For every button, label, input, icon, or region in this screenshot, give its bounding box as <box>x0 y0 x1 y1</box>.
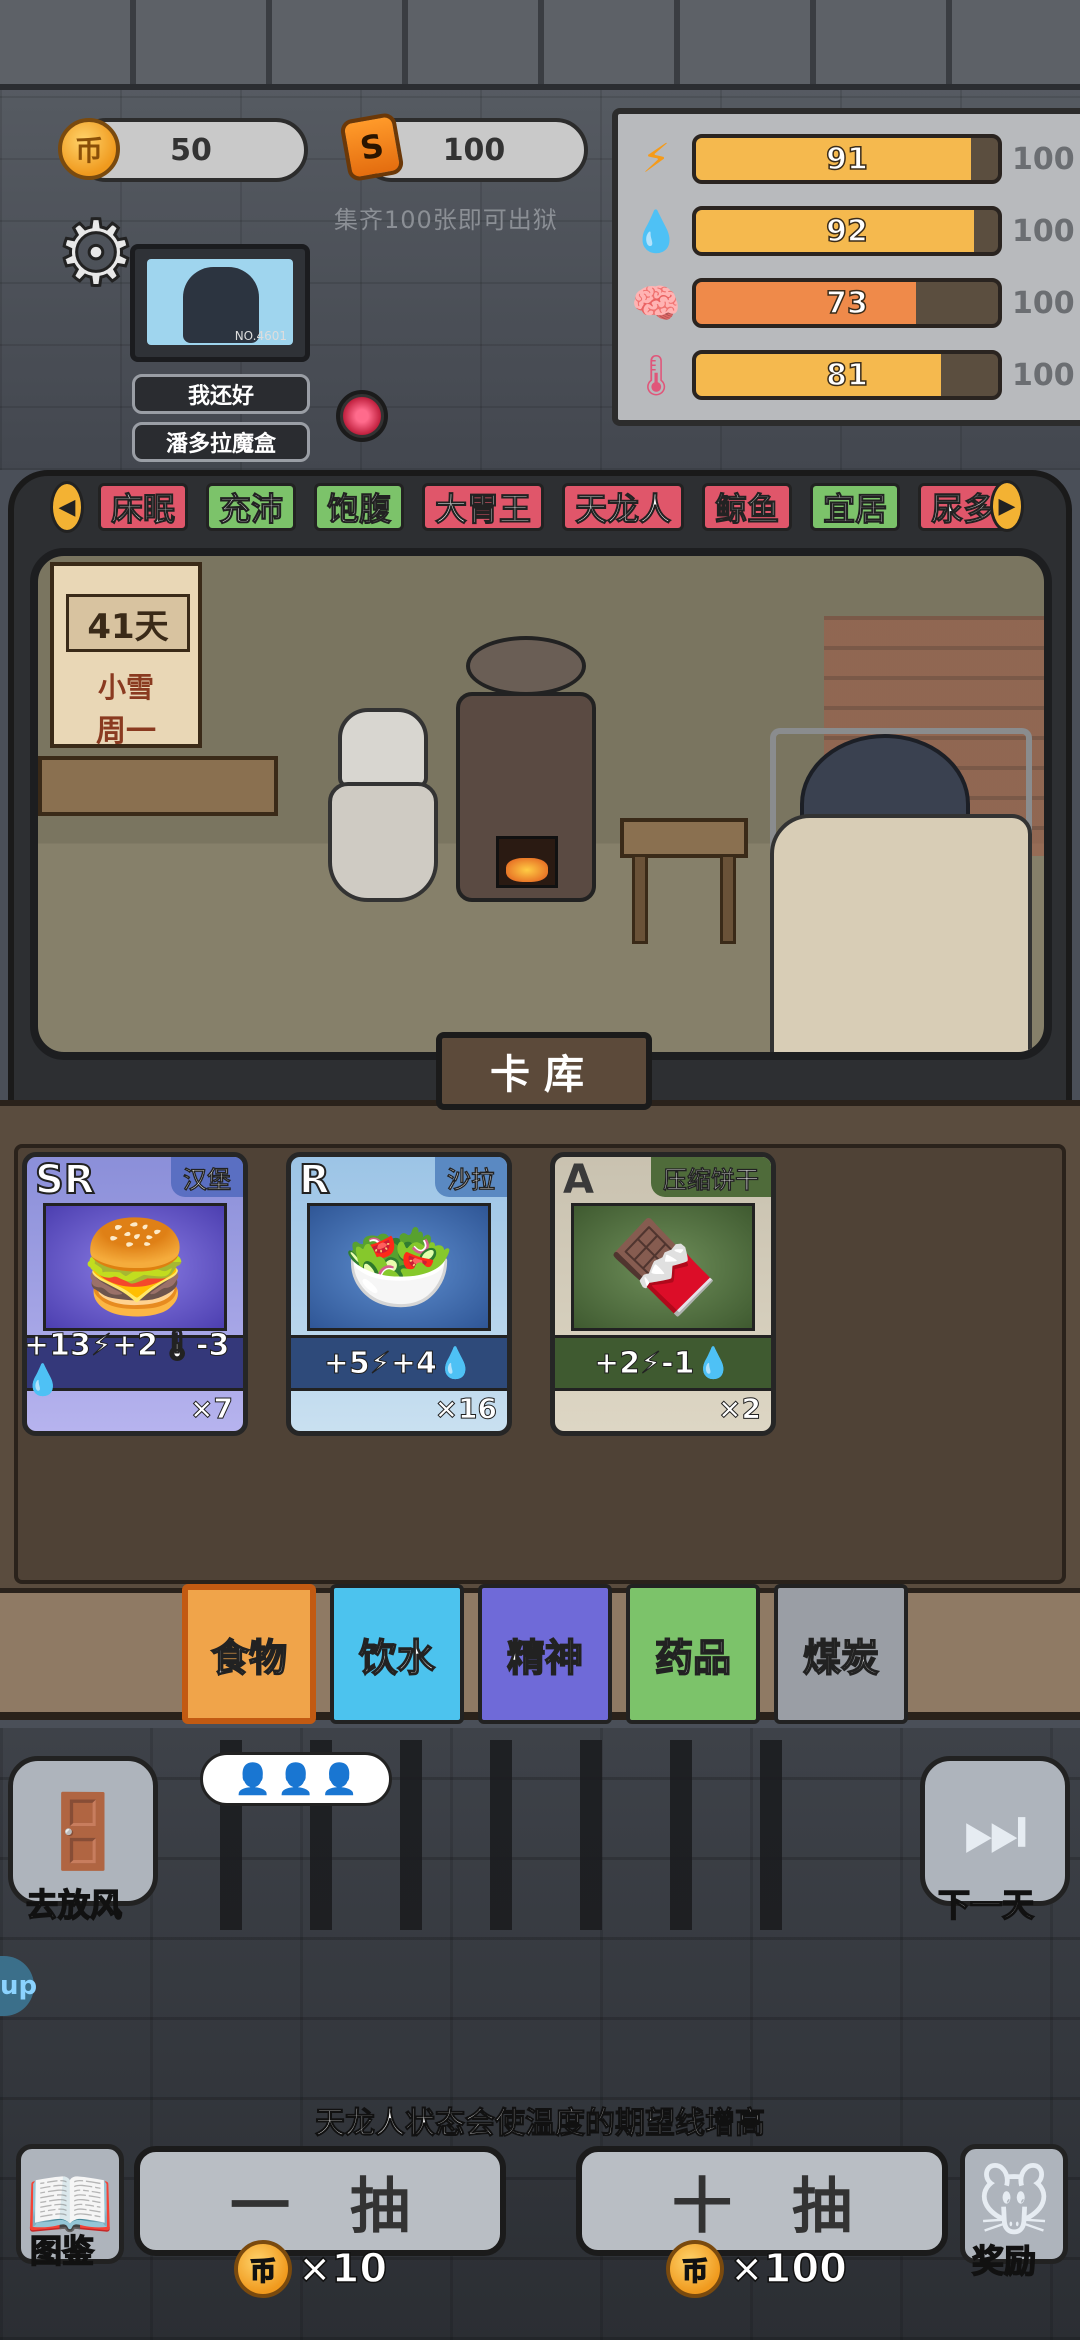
trait-scroll-left-icon[interactable]: ◀ <box>50 481 84 533</box>
draw-ten-cost: 币 ×100 <box>666 2240 848 2298</box>
ceiling-planks <box>0 0 1080 90</box>
s-currency-icon: S <box>339 111 405 183</box>
coin-value: 50 <box>170 132 212 168</box>
mind-bar: 73 <box>692 278 1002 328</box>
monitor-screen: NO.4601 <box>147 259 293 345</box>
energy-bar: 91 <box>692 134 1002 184</box>
card-effect: +2⚡-1💧 <box>555 1335 771 1391</box>
stat-mind: 🧠 73 100 <box>628 272 1078 334</box>
alarm-light-icon <box>336 390 388 442</box>
card-count: ×16 <box>434 1392 497 1426</box>
thermometer-icon: 🌡 <box>630 352 682 399</box>
trait-tag[interactable]: 饱腹 <box>314 483 405 531</box>
water-max: 100 <box>1012 213 1075 249</box>
card-rank: R <box>298 1157 331 1204</box>
card-name: 压缩饼干 <box>651 1157 771 1197</box>
calendar-weather: 小雪 <box>97 671 154 704</box>
tab-water[interactable]: 饮水 <box>330 1584 464 1724</box>
card-name: 汉堡 <box>171 1157 243 1197</box>
tab-food[interactable]: 食物 <box>182 1584 316 1724</box>
pandora-box-button[interactable]: 潘多拉魔盒 <box>132 422 310 462</box>
trait-strip[interactable]: ◀ 床眠 充沛 饱腹 大胃王 天龙人 鲸鱼 宜居 尿多 <box>50 478 1030 536</box>
stat-water: 💧 92 100 <box>628 200 1078 262</box>
card-compressed-biscuit[interactable]: A 压缩饼干 🍫 +2⚡-1💧 ×2 <box>550 1152 776 1436</box>
trait-tag[interactable]: 床眠 <box>98 483 189 531</box>
card-name: 沙拉 <box>435 1157 507 1197</box>
card-count: ×7 <box>190 1392 234 1426</box>
stat-temperature: 🌡 81 100 <box>628 344 1078 406</box>
calendar-day: 41天 <box>66 594 190 652</box>
thought-bubble: 👤 👤 👤 <box>200 1752 392 1806</box>
s-currency-value: 100 <box>442 132 506 168</box>
biscuit-icon: 🍫 <box>571 1203 755 1331</box>
trait-tag[interactable]: 天龙人 <box>562 483 685 531</box>
prisoner-face-icon: 👤 <box>277 1761 315 1797</box>
temperature-bar: 81 <box>692 350 1002 400</box>
coin-icon: 币 <box>58 118 120 180</box>
tab-medicine[interactable]: 药品 <box>626 1584 760 1724</box>
trait-scroll-right-icon[interactable]: ▶ <box>990 480 1024 532</box>
wooden-table <box>38 756 278 816</box>
tab-coal[interactable]: 煤炭 <box>774 1584 908 1724</box>
reward-label: 奖励 <box>971 2241 1037 2281</box>
player-number: NO.4601 <box>234 329 287 343</box>
draw-one-cost: 币 ×10 <box>234 2240 388 2298</box>
toilet-icon[interactable] <box>328 708 438 918</box>
prisoner-face-icon: 👤 <box>320 1761 359 1797</box>
card-count: ×2 <box>718 1392 762 1426</box>
collect-hint: 集齐100张即可出狱 <box>334 206 558 234</box>
codex-label: 图鉴 <box>29 2231 95 2271</box>
calendar: 41天 小雪 周一 <box>50 562 202 749</box>
card-effect: +5⚡+4💧 <box>291 1335 507 1391</box>
player-monitor[interactable]: NO.4601 <box>130 244 310 362</box>
temperature-value: 81 <box>825 357 868 394</box>
trait-tag[interactable]: 鲸鱼 <box>702 483 793 531</box>
prisoner-face-icon: 👤 <box>233 1761 272 1797</box>
water-bar: 92 <box>692 206 1002 256</box>
temperature-max: 100 <box>1012 357 1075 393</box>
go-out-label: 去放风 <box>25 1885 123 1925</box>
energy-max: 100 <box>1012 141 1075 177</box>
water-drop-icon: 💧 <box>631 208 681 255</box>
tab-mind[interactable]: 精神 <box>478 1584 612 1724</box>
card-burger[interactable]: SR 汉堡 🍔 +13⚡+2🌡-3💧 ×7 <box>22 1152 248 1436</box>
trait-tag[interactable]: 充沛 <box>206 483 297 531</box>
stats-board: ⚡ 91 100 💧 92 100 🧠 73 100 🌡 81 100 <box>612 108 1080 426</box>
burger-icon: 🍔 <box>43 1203 227 1331</box>
card-salad[interactable]: R 沙拉 🥗 +5⚡+4💧 ×16 <box>286 1152 512 1436</box>
energy-value: 91 <box>825 141 868 178</box>
mind-max: 100 <box>1012 285 1075 321</box>
lightning-icon: ⚡ <box>641 136 671 182</box>
water-value: 92 <box>825 213 868 250</box>
status-button[interactable]: 我还好 <box>132 374 310 414</box>
cell-scene: 41天 小雪 周一 <box>30 548 1052 1060</box>
brain-icon: 🧠 <box>631 280 681 327</box>
calendar-weekday: 周一 <box>96 714 156 749</box>
stat-energy: ⚡ 91 100 <box>628 128 1078 190</box>
salad-icon: 🥗 <box>307 1203 491 1331</box>
hint-text: 天龙人状态会使温度的期望线增高 <box>315 2106 766 2142</box>
coin-icon: 币 <box>666 2240 724 2298</box>
mind-value: 73 <box>825 285 868 322</box>
trait-tag[interactable]: 宜居 <box>810 483 901 531</box>
stove-icon[interactable] <box>456 636 596 956</box>
gear-icon[interactable]: ⚙ <box>50 206 142 301</box>
bed-with-prisoner[interactable] <box>770 728 1032 1052</box>
coin-icon: 币 <box>234 2240 292 2298</box>
card-effect: +13⚡+2🌡-3💧 <box>27 1328 243 1399</box>
next-day-label: 下一天 <box>937 1885 1035 1925</box>
stool-icon <box>620 818 748 948</box>
card-rank: SR <box>34 1157 96 1204</box>
card-library-title: 卡库 <box>436 1032 652 1110</box>
trait-tag[interactable]: 大胃王 <box>422 483 545 531</box>
card-rank: A <box>563 1157 594 1203</box>
